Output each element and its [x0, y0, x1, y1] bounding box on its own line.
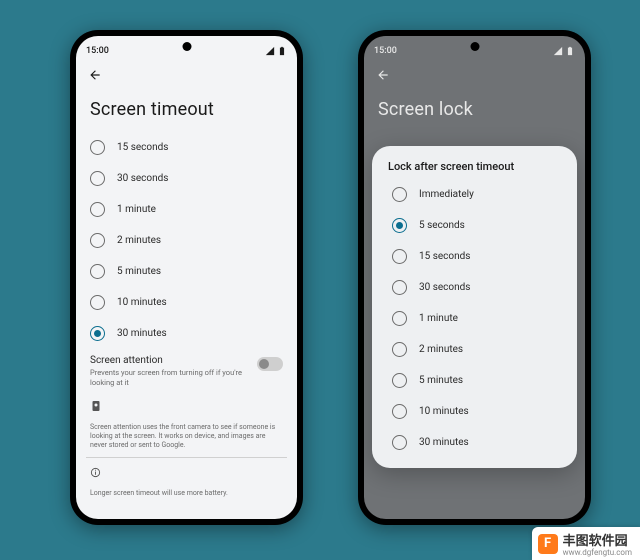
timeout-option[interactable]: 1 minute	[80, 194, 293, 225]
option-label: 1 minute	[419, 313, 458, 324]
radio-icon	[392, 280, 407, 295]
timeout-option-list: 15 seconds 30 seconds 1 minute 2 minutes…	[76, 132, 297, 349]
status-icons	[553, 46, 575, 56]
option-label: 2 minutes	[117, 235, 161, 246]
timeout-option[interactable]: 30 seconds	[80, 163, 293, 194]
camera-privacy-icon-row	[76, 394, 297, 421]
arrow-left-icon	[88, 68, 102, 82]
option-label: 1 minute	[117, 204, 156, 215]
screen-attention-row[interactable]: Screen attention Prevents your screen fr…	[76, 349, 297, 394]
signal-icon	[553, 46, 563, 56]
phone-frame-left: 15:00 Screen timeout 15 seconds 30 secon…	[70, 30, 303, 525]
radio-icon	[392, 404, 407, 419]
lock-option[interactable]: 1 minute	[382, 303, 567, 334]
timeout-option[interactable]: 5 minutes	[80, 256, 293, 287]
timeout-option[interactable]: 10 minutes	[80, 287, 293, 318]
lock-option[interactable]: 5 seconds	[382, 210, 567, 241]
lock-option[interactable]: 2 minutes	[382, 334, 567, 365]
page-title: Screen lock	[364, 85, 585, 132]
attention-title: Screen attention	[90, 355, 249, 366]
option-label: 2 minutes	[419, 344, 463, 355]
screen-right: 15:00 Screen lock Lock after screen time…	[364, 36, 585, 519]
option-label: 10 minutes	[117, 297, 167, 308]
radio-icon	[90, 264, 105, 279]
lock-timeout-dialog: Lock after screen timeout Immediately 5 …	[372, 146, 577, 468]
phone-frame-right: 15:00 Screen lock Lock after screen time…	[358, 30, 591, 525]
radio-icon	[90, 295, 105, 310]
radio-icon	[90, 140, 105, 155]
attention-toggle[interactable]	[257, 357, 283, 371]
camera-front-icon	[90, 400, 102, 412]
info-icon	[90, 467, 101, 478]
radio-icon	[392, 218, 407, 233]
option-label: 5 minutes	[419, 375, 463, 386]
radio-icon	[392, 249, 407, 264]
option-label: 30 minutes	[419, 437, 469, 448]
lock-option[interactable]: 30 minutes	[382, 427, 567, 458]
back-button[interactable]	[364, 60, 585, 85]
timeout-option[interactable]: 30 minutes	[80, 318, 293, 349]
option-label: 5 seconds	[419, 220, 465, 231]
timeout-option[interactable]: 15 seconds	[80, 132, 293, 163]
lock-option[interactable]: 5 minutes	[382, 365, 567, 396]
option-label: 30 seconds	[419, 282, 470, 293]
option-label: 10 minutes	[419, 406, 469, 417]
lock-option-list: Immediately 5 seconds 15 seconds 30 seco…	[378, 179, 571, 458]
watermark-url: www.dgfengtu.com	[563, 549, 632, 557]
page-title: Screen timeout	[76, 85, 297, 132]
watermark-text: 丰图软件园	[563, 534, 628, 549]
option-label: 30 seconds	[117, 173, 168, 184]
radio-icon	[392, 187, 407, 202]
toggle-knob-icon	[259, 359, 269, 369]
info-icon-row	[76, 461, 297, 487]
watermark-text-block: 丰图软件园 www.dgfengtu.com	[563, 530, 632, 557]
option-label: 15 seconds	[117, 142, 168, 153]
lock-option[interactable]: 30 seconds	[382, 272, 567, 303]
radio-icon	[392, 373, 407, 388]
attention-note: Screen attention uses the front camera t…	[76, 421, 297, 453]
radio-icon	[90, 171, 105, 186]
back-button[interactable]	[76, 60, 297, 85]
signal-icon	[265, 46, 275, 56]
watermark-badge-icon: F	[538, 534, 558, 554]
radio-icon	[392, 435, 407, 450]
attention-subtitle: Prevents your screen from turning off if…	[90, 368, 249, 388]
timeout-option[interactable]: 2 minutes	[80, 225, 293, 256]
radio-icon	[90, 233, 105, 248]
status-time: 15:00	[374, 46, 397, 56]
radio-icon	[90, 202, 105, 217]
battery-note: Longer screen timeout will use more batt…	[76, 487, 297, 500]
camera-hole-icon	[470, 42, 479, 51]
lock-option[interactable]: 15 seconds	[382, 241, 567, 272]
battery-icon	[277, 46, 287, 56]
option-label: 30 minutes	[117, 328, 167, 339]
arrow-left-icon	[376, 68, 390, 82]
radio-icon	[392, 342, 407, 357]
watermark: F 丰图软件园 www.dgfengtu.com	[532, 527, 640, 560]
option-label: 5 minutes	[117, 266, 161, 277]
dialog-title: Lock after screen timeout	[378, 156, 571, 179]
lock-option[interactable]: Immediately	[382, 179, 567, 210]
battery-icon	[565, 46, 575, 56]
screen-left: 15:00 Screen timeout 15 seconds 30 secon…	[76, 36, 297, 519]
camera-hole-icon	[182, 42, 191, 51]
lock-option[interactable]: 10 minutes	[382, 396, 567, 427]
status-icons	[265, 46, 287, 56]
screen-attention-text: Screen attention Prevents your screen fr…	[90, 355, 249, 388]
radio-icon	[392, 311, 407, 326]
option-label: 15 seconds	[419, 251, 470, 262]
option-label: Immediately	[419, 189, 474, 200]
radio-icon	[90, 326, 105, 341]
status-time: 15:00	[86, 46, 109, 56]
divider	[86, 457, 287, 458]
